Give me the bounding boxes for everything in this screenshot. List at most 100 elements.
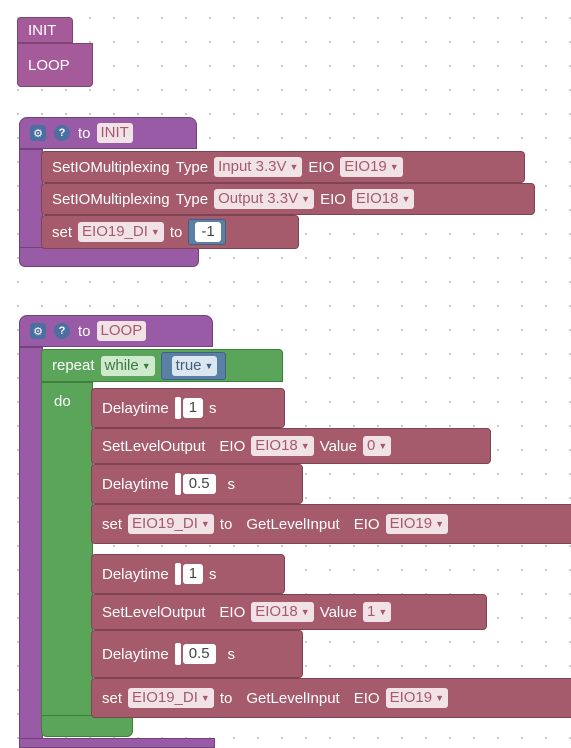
- setleveloutput-label: SetLevelOutput: [102, 603, 206, 621]
- loop-procedure-header[interactable]: ⚙ ? to LOOP: [19, 315, 213, 347]
- setio-label: SetIOMultiplexing: [52, 190, 170, 208]
- eio-value: EIO18: [355, 190, 399, 207]
- dropdown-arrow-icon: ▼: [435, 693, 445, 703]
- type-dropdown[interactable]: Input 3.3V ▼: [214, 157, 303, 177]
- eio-dropdown[interactable]: EIO19 ▼: [385, 514, 449, 534]
- to-label: to: [219, 515, 233, 533]
- delay-value-input[interactable]: 1: [182, 398, 204, 418]
- input-slot: [174, 643, 181, 665]
- seconds-unit-label: s: [209, 565, 217, 583]
- init-procedure-spine: [19, 149, 43, 249]
- dropdown-arrow-icon: ▼: [300, 441, 310, 451]
- number-block[interactable]: -1: [188, 219, 226, 245]
- delay-value-input[interactable]: 0.5: [182, 644, 216, 664]
- set-label: set: [102, 515, 123, 533]
- to-label: to: [219, 689, 233, 707]
- init-procedure-footer: [19, 247, 199, 267]
- delaytime-label: Delaytime: [102, 399, 169, 417]
- eio-dropdown[interactable]: EIO19 ▼: [340, 157, 403, 177]
- seconds-unit-label: s: [209, 399, 217, 417]
- delaytime-label: Delaytime: [102, 565, 169, 583]
- value-dropdown[interactable]: 1 ▼: [362, 602, 392, 622]
- repeat-while-header[interactable]: repeat while ▼ true ▼: [41, 349, 283, 382]
- eio-dropdown[interactable]: EIO18 ▼: [351, 189, 415, 209]
- input-slot: [174, 563, 181, 585]
- set-getlevelinput-block-2[interactable]: set EIO19_DI ▼ to GetLevelInput EIO EIO19…: [91, 678, 571, 718]
- init-launcher-block[interactable]: INIT: [17, 17, 73, 43]
- set-getlevelinput-block-1[interactable]: set EIO19_DI ▼ to GetLevelInput EIO EIO19…: [91, 504, 571, 544]
- gear-icon[interactable]: ⚙: [30, 125, 46, 141]
- type-value: Output 3.3V: [218, 190, 299, 207]
- setleveloutput-label: SetLevelOutput: [102, 437, 206, 455]
- eio-dropdown[interactable]: EIO18 ▼: [251, 436, 314, 456]
- boolean-dropdown[interactable]: true ▼: [171, 355, 218, 376]
- init-launcher-label: INIT: [28, 21, 57, 39]
- variable-dropdown[interactable]: EIO19_DI ▼: [128, 514, 214, 534]
- eio-label: EIO: [219, 437, 246, 455]
- value-value: 0: [366, 437, 376, 454]
- loop-proc-name-field[interactable]: LOOP: [96, 321, 147, 341]
- number-input[interactable]: -1: [195, 222, 221, 242]
- variable-dropdown[interactable]: EIO19_DI ▼: [78, 222, 164, 242]
- type-value: Input 3.3V: [218, 158, 287, 175]
- seconds-unit-label: s: [227, 645, 236, 663]
- boolean-block[interactable]: true ▼: [160, 351, 227, 380]
- setleveloutput-block-1[interactable]: SetLevelOutput EIO EIO18 ▼ Value 0 ▼: [91, 428, 491, 464]
- dropdown-arrow-icon: ▼: [300, 607, 310, 617]
- type-dropdown[interactable]: Output 3.3V ▼: [214, 189, 315, 209]
- variable-dropdown[interactable]: EIO19_DI ▼: [128, 688, 214, 708]
- delaytime-block-2[interactable]: Delaytime 0.5 s: [91, 464, 303, 504]
- getlevelinput-label: GetLevelInput: [246, 515, 340, 533]
- set-label: set: [102, 689, 123, 707]
- loop-procedure-footer: [19, 738, 215, 748]
- dropdown-arrow-icon: ▼: [435, 519, 445, 529]
- delaytime-label: Delaytime: [102, 475, 169, 493]
- dropdown-arrow-icon: ▼: [401, 194, 411, 204]
- eio-label: EIO: [320, 190, 346, 208]
- setleveloutput-block-2[interactable]: SetLevelOutput EIO EIO18 ▼ Value 1 ▼: [91, 594, 487, 630]
- repeat-mode-value: while: [104, 356, 139, 374]
- getlevelinput-label: GetLevelInput: [246, 689, 340, 707]
- eio-label: EIO: [353, 515, 380, 533]
- dropdown-arrow-icon: ▼: [301, 194, 311, 204]
- help-icon[interactable]: ?: [54, 323, 70, 339]
- to-label: to: [169, 223, 183, 241]
- eio-value: EIO18: [255, 437, 298, 454]
- repeat-label: repeat: [52, 357, 95, 374]
- repeat-spine: [41, 382, 93, 732]
- variable-value: EIO19_DI: [132, 689, 198, 706]
- gear-icon[interactable]: ⚙: [30, 323, 46, 339]
- help-icon[interactable]: ?: [54, 125, 70, 141]
- dropdown-arrow-icon: ▼: [378, 441, 388, 451]
- dropdown-arrow-icon: ▼: [141, 360, 151, 371]
- eio-value: EIO19: [389, 689, 433, 706]
- repeat-footer: [41, 715, 133, 737]
- delay-value-input[interactable]: 1: [182, 564, 204, 584]
- delaytime-label: Delaytime: [102, 645, 169, 663]
- set-variable-block[interactable]: set EIO19_DI ▼ to -1: [41, 215, 299, 249]
- set-label: set: [52, 223, 73, 241]
- setio-block-1[interactable]: SetIOMultiplexing Type Input 3.3V ▼ EIO E…: [41, 151, 525, 183]
- delaytime-block-3[interactable]: Delaytime 1 s: [91, 554, 285, 594]
- init-procedure-header[interactable]: ⚙ ? to INIT: [19, 117, 197, 149]
- delaytime-block-1[interactable]: Delaytime 1 s: [91, 388, 285, 428]
- dropdown-arrow-icon: ▼: [289, 162, 299, 172]
- delaytime-block-4[interactable]: Delaytime 0.5 s: [91, 630, 303, 678]
- eio-dropdown[interactable]: EIO19 ▼: [385, 688, 449, 708]
- init-proc-name-field[interactable]: INIT: [96, 123, 133, 143]
- boolean-value: true: [175, 356, 202, 374]
- dropdown-arrow-icon: ▼: [389, 162, 399, 172]
- delay-value-input[interactable]: 0.5: [182, 474, 216, 494]
- setio-block-2[interactable]: SetIOMultiplexing Type Output 3.3V ▼ EIO …: [41, 183, 535, 215]
- eio-value: EIO18: [255, 603, 298, 620]
- eio-label: EIO: [353, 689, 380, 707]
- value-label: Value: [319, 437, 357, 455]
- variable-value: EIO19_DI: [82, 223, 148, 240]
- loop-launcher-block[interactable]: LOOP: [17, 43, 93, 87]
- loop-to-label: to: [78, 322, 91, 340]
- repeat-mode-dropdown[interactable]: while ▼: [100, 355, 155, 376]
- loop-launcher-label: LOOP: [28, 56, 70, 74]
- eio-dropdown[interactable]: EIO18 ▼: [251, 602, 314, 622]
- setio-label: SetIOMultiplexing: [52, 158, 170, 176]
- value-dropdown[interactable]: 0 ▼: [362, 436, 392, 456]
